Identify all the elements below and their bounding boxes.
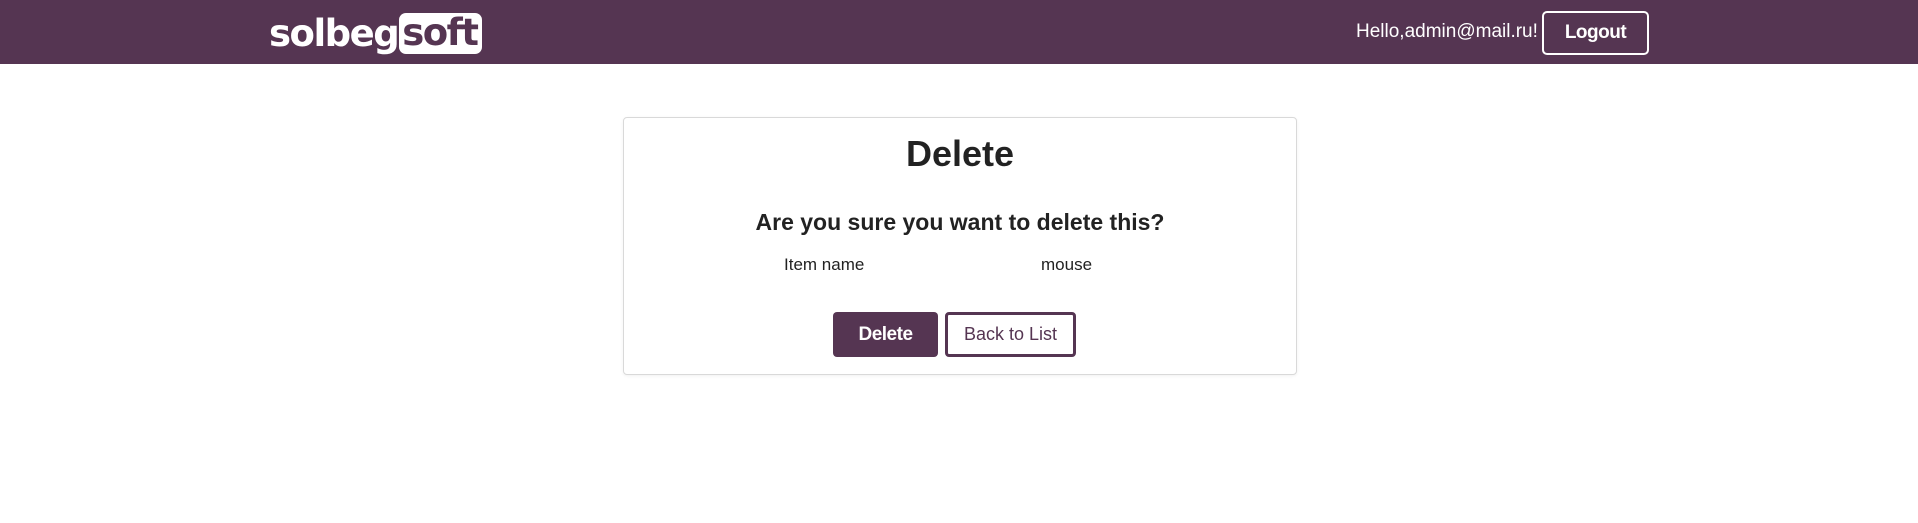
logout-button[interactable]: Logout <box>1542 11 1649 55</box>
delete-confirmation-card: Delete Are you sure you want to delete t… <box>623 117 1297 375</box>
logo-text-soft: soft <box>399 12 483 54</box>
top-navbar: solbeg soft Hello,admin@mail.ru! Logout <box>0 0 1918 64</box>
item-name-value: mouse <box>1041 255 1093 274</box>
back-to-list-button[interactable]: Back to List <box>945 312 1076 357</box>
confirmation-question: Are you sure you want to delete this? <box>755 209 1165 235</box>
user-greeting: Hello,admin@mail.ru! <box>1356 21 1538 42</box>
brand-logo[interactable]: solbeg soft <box>269 11 483 55</box>
item-name-label: Item name <box>784 255 865 274</box>
logo-text-solbeg: solbeg <box>269 11 400 55</box>
delete-button[interactable]: Delete <box>833 312 938 357</box>
page-title: Delete <box>905 133 1015 174</box>
